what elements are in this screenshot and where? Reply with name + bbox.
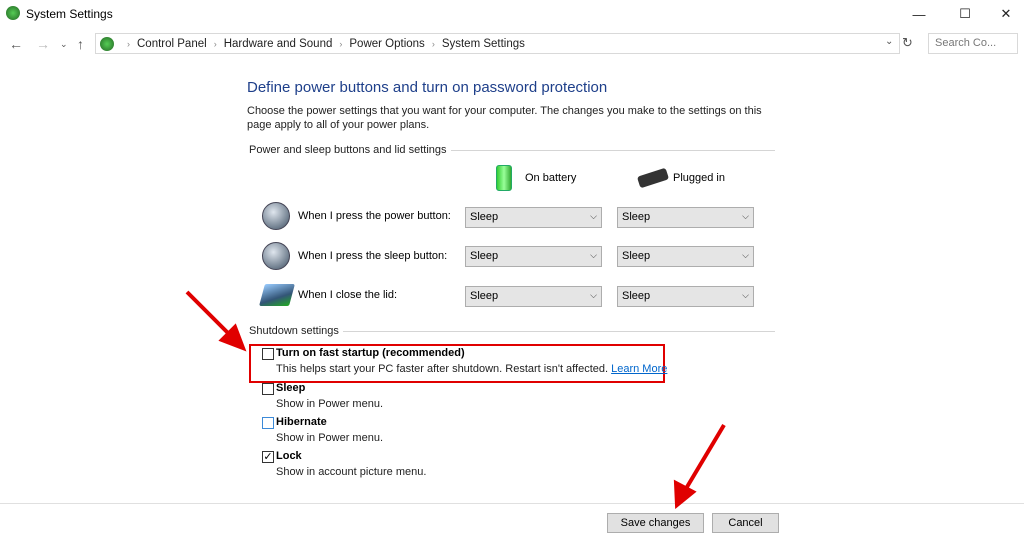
annotation-arrows	[185, 290, 726, 510]
arrow-icon	[673, 423, 726, 510]
arrow-icon	[185, 290, 247, 352]
